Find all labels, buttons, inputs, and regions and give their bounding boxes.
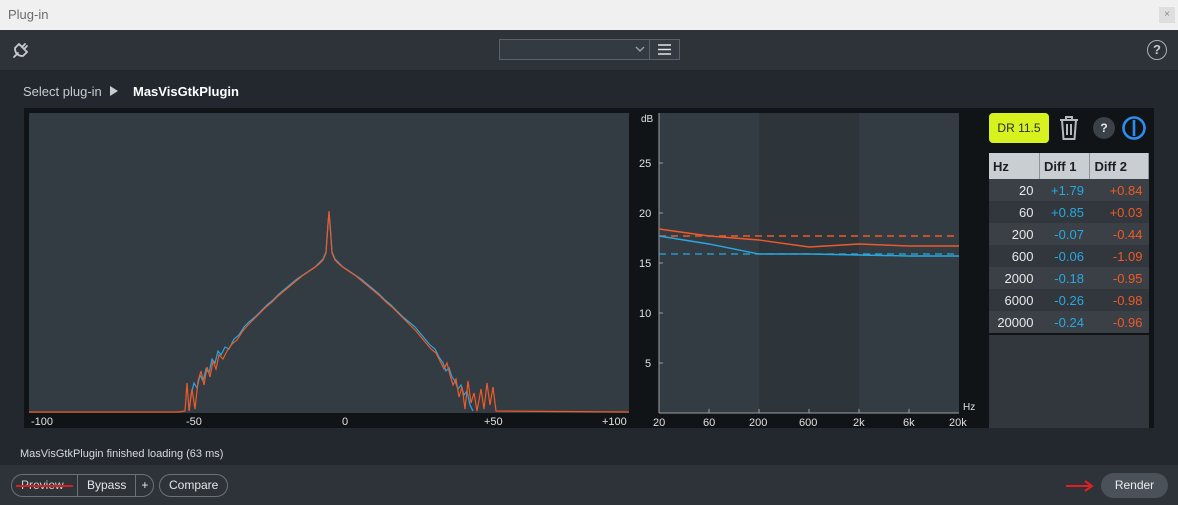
diff1-cell: -0.07 bbox=[1039, 223, 1090, 245]
menu-icon bbox=[658, 44, 671, 55]
x-tick: 20 bbox=[653, 417, 665, 429]
window-titlebar: Plug-in × bbox=[0, 0, 1178, 30]
diff1-cell: +0.85 bbox=[1039, 201, 1090, 223]
preset-menu-button[interactable] bbox=[649, 39, 680, 60]
arrow-right-icon bbox=[1066, 480, 1094, 492]
diff1-cell: -0.24 bbox=[1039, 311, 1090, 333]
diff2-cell: +0.84 bbox=[1089, 179, 1149, 201]
hz-cell: 20000 bbox=[989, 311, 1040, 333]
diff1-cell: -0.18 bbox=[1039, 267, 1090, 289]
diff1-cell: -0.06 bbox=[1039, 245, 1090, 267]
diff1-cell: +1.79 bbox=[1039, 179, 1090, 201]
strike-annotation bbox=[16, 485, 73, 487]
spectrum-x-tick: -100 bbox=[31, 416, 54, 428]
table-row: 60 +0.85 +0.03 bbox=[989, 201, 1149, 223]
x-tick: 200 bbox=[749, 417, 767, 429]
hz-cell: 6000 bbox=[989, 289, 1040, 311]
spectrum-x-tick: -50 bbox=[186, 416, 202, 428]
spectrum-plot bbox=[29, 210, 629, 413]
diff2-cell: +0.03 bbox=[1089, 201, 1149, 223]
spectrum-x-tick: +50 bbox=[484, 416, 503, 428]
diff-table: Hz Diff 1 Diff 2 20 +1.79 +0.84 60 +0.85… bbox=[989, 153, 1149, 333]
compare-button[interactable]: Compare bbox=[159, 474, 229, 497]
y-tick: 20 bbox=[639, 208, 651, 220]
y-tick: 15 bbox=[639, 258, 651, 270]
status-message: MasVisGtkPlugin finished loading (63 ms) bbox=[20, 448, 224, 460]
x-tick: 2k bbox=[853, 417, 865, 429]
hz-cell: 600 bbox=[989, 245, 1040, 267]
add-button[interactable]: + bbox=[136, 475, 153, 496]
diff2-cell: -0.95 bbox=[1089, 267, 1149, 289]
hz-cell: 20 bbox=[989, 179, 1040, 201]
y-tick: 10 bbox=[639, 308, 651, 320]
spectrum-trace-orange bbox=[29, 210, 629, 413]
preset-dropdown[interactable] bbox=[499, 39, 649, 60]
bypass-button[interactable]: Bypass bbox=[78, 475, 137, 496]
hz-cell: 200 bbox=[989, 223, 1040, 245]
column-header[interactable]: Diff 1 bbox=[1039, 153, 1091, 179]
diff1-cell: -0.26 bbox=[1039, 289, 1090, 311]
chevron-down-icon bbox=[635, 46, 645, 52]
diff2-cell: -0.98 bbox=[1089, 289, 1149, 311]
y-unit-label: dB bbox=[641, 114, 654, 125]
x-tick: 6k bbox=[903, 417, 915, 429]
render-button[interactable]: Render bbox=[1101, 473, 1168, 498]
table-header-row: Hz Diff 1 Diff 2 bbox=[989, 153, 1149, 179]
power-icon[interactable] bbox=[1121, 115, 1147, 141]
select-plugin-label[interactable]: Select plug-in bbox=[23, 84, 102, 99]
table-row: 6000 -0.26 -0.98 bbox=[989, 289, 1149, 311]
y-tick: 25 bbox=[639, 158, 651, 170]
close-button[interactable]: × bbox=[1159, 7, 1175, 23]
x-tick: 600 bbox=[799, 417, 817, 429]
x-unit-label: Hz bbox=[963, 402, 975, 413]
plugin-name[interactable]: MasVisGtkPlugin bbox=[133, 84, 239, 99]
x-tick: 20k bbox=[949, 417, 967, 429]
table-row: 20 +1.79 +0.84 bbox=[989, 179, 1149, 201]
table-row: 600 -0.06 -1.09 bbox=[989, 245, 1149, 267]
preview-button[interactable]: Preview bbox=[12, 475, 78, 496]
diff2-cell: -0.44 bbox=[1089, 223, 1149, 245]
column-header[interactable]: Diff 2 bbox=[1089, 153, 1149, 179]
dr-value-button[interactable]: DR 11.5 bbox=[989, 113, 1049, 143]
trash-icon[interactable] bbox=[1057, 114, 1081, 142]
y-tick: 5 bbox=[645, 358, 651, 370]
preview-bypass-group: Preview Bypass + bbox=[11, 474, 155, 497]
table-row: 200 -0.07 -0.44 bbox=[989, 223, 1149, 245]
hz-cell: 2000 bbox=[989, 267, 1040, 289]
difference-chart: dB Hz 25 20 15 10 5 20 60 200 600 2k 6k … bbox=[639, 113, 975, 429]
diff2-cell: -1.09 bbox=[1089, 245, 1149, 267]
help-button[interactable]: ? bbox=[1147, 40, 1167, 60]
play-arrow-icon bbox=[110, 86, 118, 96]
plugin-help-button[interactable]: ? bbox=[1093, 117, 1115, 139]
spectrum-x-tick: +100 bbox=[602, 416, 627, 428]
plug-icon[interactable] bbox=[10, 39, 32, 61]
plugin-toolbar: ? bbox=[0, 30, 1178, 70]
diff2-cell: -0.96 bbox=[1089, 311, 1149, 333]
column-header[interactable]: Hz bbox=[989, 153, 1040, 179]
bottom-bar: Preview Bypass + Compare Render bbox=[0, 465, 1178, 505]
table-row: 20000 -0.24 -0.96 bbox=[989, 311, 1149, 333]
table-empty-area bbox=[989, 335, 1149, 428]
spectrum-x-tick: 0 bbox=[342, 416, 349, 428]
table-row: 2000 -0.18 -0.95 bbox=[989, 267, 1149, 289]
hz-cell: 60 bbox=[989, 201, 1040, 223]
window-title: Plug-in bbox=[8, 7, 49, 22]
chart-band-shade bbox=[759, 113, 859, 413]
x-tick: 60 bbox=[703, 417, 715, 429]
